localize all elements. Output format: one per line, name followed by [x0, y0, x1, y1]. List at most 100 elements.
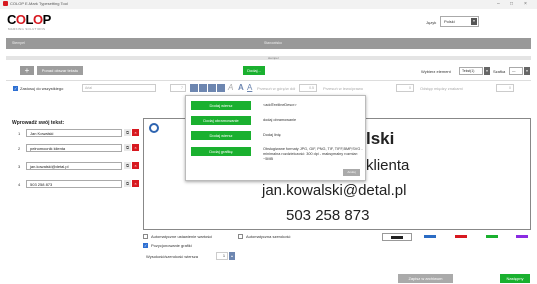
preview-line: 503 258 873: [286, 207, 370, 224]
character-spacing-field[interactable]: 0: [496, 84, 514, 92]
window-title: COLOP E-Mark Typesetting Tool: [10, 1, 68, 6]
delete-icon[interactable]: ×: [132, 180, 139, 187]
popup-cancel-button[interactable]: Anuluj: [343, 169, 360, 176]
chevron-down-icon: ▼: [471, 18, 477, 25]
move-up-down-label: Przesuń w górę/w dół: [257, 86, 296, 91]
character-spacing-label: Odstęp między znakami: [420, 86, 463, 91]
font-size-field[interactable]: 7: [170, 84, 186, 92]
text-entry-panel: Wprowadź swój tekst: 1 Jan Kowalski ⧉ × …: [12, 120, 139, 192]
apply-all-checkbox[interactable]: [13, 86, 18, 91]
add-graphic-description: Obsługiwane formaty JPG, GIF, PNG, TIF, …: [263, 147, 363, 161]
text-line-input[interactable]: pełnomocnik klienta: [26, 144, 122, 152]
tab-workstation[interactable]: Stanowisko: [264, 41, 282, 45]
top-navigation-bar: Stempel Stanowisko: [6, 38, 531, 49]
position-graphics-label: Pozycjonowanie grafiki: [151, 243, 192, 248]
text-line-input[interactable]: 503 258 873: [26, 180, 122, 188]
move-horizontal-label: Przesuń w lewo/prawo: [323, 86, 364, 91]
font-label: Szafka: [493, 69, 506, 74]
add-element-popup: Dodaj wiersz <addTextlineDescr> Dodaj ob…: [185, 95, 366, 181]
add-graphic-button[interactable]: Dodaj grafikę: [191, 147, 251, 156]
auto-setting-checkbox[interactable]: [143, 234, 148, 239]
align-justify-icon[interactable]: [217, 84, 225, 92]
italic-icon[interactable]: A: [228, 83, 233, 92]
move-horizontal-field[interactable]: 0: [396, 84, 414, 92]
row-number: 3: [18, 164, 21, 169]
close-button[interactable]: ×: [524, 1, 527, 7]
row-height-value: 1: [223, 254, 225, 258]
align-right-icon[interactable]: [208, 84, 216, 92]
select-element-dropdown[interactable]: Tekst(1): [459, 67, 483, 75]
text-line-input[interactable]: Jan Kowalski: [26, 129, 122, 137]
apply-all-label: Zastosuj do wszystkiego: [20, 86, 64, 91]
add-line-description: <addTextlineDescr>: [263, 103, 297, 107]
delete-icon[interactable]: ×: [132, 162, 139, 169]
align-left-icon[interactable]: [190, 84, 198, 92]
text-line-input[interactable]: jan.kowalski@detal.pl: [26, 162, 122, 170]
color-picker[interactable]: [382, 233, 412, 241]
font-family-value: Arial: [85, 86, 93, 90]
align-center-icon[interactable]: [199, 84, 207, 92]
font-family-field[interactable]: Arial: [82, 84, 156, 92]
add-line-button[interactable]: Dodaj wiersz: [191, 101, 251, 110]
text-line-value: jan.kowalski@detal.pl: [30, 164, 69, 169]
add-element-button[interactable]: +: [20, 66, 34, 75]
delete-icon[interactable]: ×: [132, 144, 139, 151]
preview-line: lski: [366, 129, 395, 148]
copy-icon[interactable]: ⧉: [124, 162, 131, 169]
color-swatch-red[interactable]: [455, 235, 467, 238]
language-select[interactable]: Polski ▼: [440, 16, 479, 27]
color-swatch-purple[interactable]: [516, 235, 528, 238]
delete-icon[interactable]: ×: [132, 129, 139, 136]
font-dropdown[interactable]: —: [509, 67, 523, 75]
move-up-down-value: 0.5: [309, 86, 314, 90]
brand-logo: COLOP: [7, 12, 51, 27]
text-entry-title: Wprowadź swój tekst:: [12, 120, 65, 126]
text-line-value: Jan Kowalski: [30, 131, 54, 136]
preview-line: klienta: [366, 157, 410, 174]
row-number: 1: [18, 131, 21, 136]
font-value: —: [512, 69, 516, 73]
add-rule-button[interactable]: Dodaj wiersz: [191, 131, 251, 140]
tab-stamp[interactable]: Stempel: [12, 41, 25, 45]
auto-setting-label: Automatyczne ustawienie wartości: [151, 234, 213, 239]
move-up-down-field[interactable]: 0.5: [299, 84, 317, 92]
chevron-down-icon[interactable]: ▼: [524, 67, 530, 75]
color-swatch-blue[interactable]: [424, 235, 436, 238]
preview-shape-icon: [149, 123, 159, 133]
language-label: Język: [426, 20, 437, 25]
row-height-field[interactable]: 1: [216, 252, 228, 260]
window-titlebar: COLOP E-Mark Typesetting Tool – □ ×: [0, 0, 537, 9]
color-swatch-green[interactable]: [486, 235, 498, 238]
position-graphics-checkbox[interactable]: [143, 243, 148, 248]
add-border-button[interactable]: Dodaj obramowanie: [191, 116, 251, 125]
color-swatch-black: [391, 236, 403, 239]
bold-icon[interactable]: A: [238, 83, 244, 92]
next-button[interactable]: Następny: [500, 274, 530, 283]
select-element-value: Tekst(1): [462, 69, 475, 73]
auto-width-label: Automatyczna szerokość: [246, 234, 291, 239]
copy-icon[interactable]: ⧉: [124, 144, 131, 151]
add-button[interactable]: Dodaj...: [243, 66, 265, 75]
chevron-down-icon[interactable]: ▼: [484, 67, 490, 75]
row-number: 4: [18, 182, 21, 187]
brand-tagline: MARKING SOLUTIONS: [8, 27, 46, 31]
move-horizontal-value: 0: [409, 86, 411, 90]
text-line-value: pełnomocnik klienta: [30, 146, 66, 151]
copy-icon[interactable]: ⧉: [124, 180, 131, 187]
row-height-label: Wysokość/szerokość wiersza: [146, 254, 198, 259]
minimize-button[interactable]: –: [497, 1, 500, 7]
select-element-label: Wybierz element: [421, 69, 451, 74]
underline-icon[interactable]: A: [247, 83, 252, 92]
section-band: stempel: [6, 56, 531, 60]
font-size-value: 7: [181, 86, 183, 90]
copy-icon[interactable]: ⧉: [124, 129, 131, 136]
row-number: 2: [18, 146, 21, 151]
save-to-archive-button[interactable]: Zapisz w archiwum: [398, 274, 453, 283]
character-spacing-value: 0: [509, 86, 511, 90]
maximize-button[interactable]: □: [510, 1, 513, 7]
stepper-icon[interactable]: ▲: [229, 252, 235, 260]
add-rule-description: Dodaj linię: [263, 133, 281, 137]
new-text-area-button[interactable]: Ponad obszar tekstu: [37, 66, 83, 75]
logo-text: COLOP: [7, 12, 51, 27]
auto-width-checkbox[interactable]: [238, 234, 243, 239]
